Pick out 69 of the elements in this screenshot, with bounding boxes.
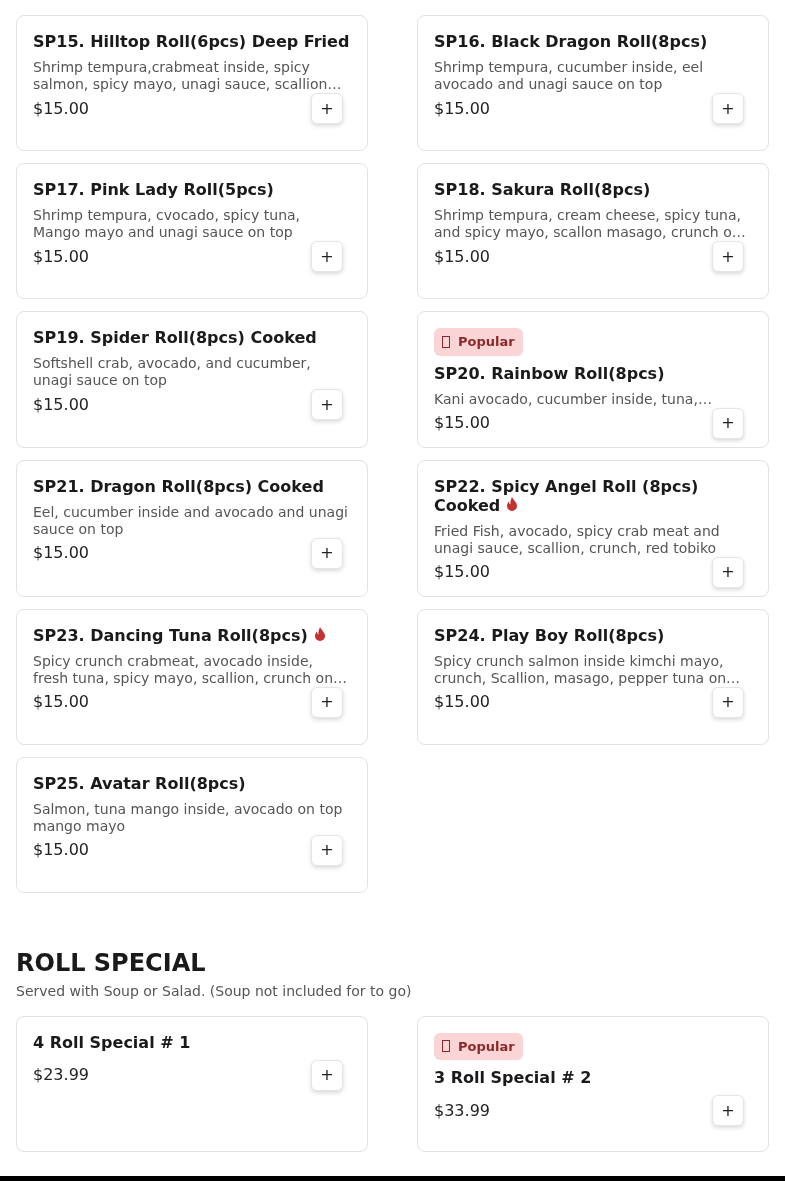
menu-item-card[interactable]: SP18. Sakura Roll(8pcs) Shrimp tempura, cream cheese, spicy tuna, and spicy mayo, scallon masago, crunch o… $15.00 + — [417, 163, 769, 299]
add-button[interactable]: + — [311, 1059, 343, 1091]
add-button[interactable]: + — [311, 686, 343, 718]
add-button[interactable]: + — [311, 834, 343, 866]
item-description: Eel, cucumber inside and avocado and unagi sauce on top — [33, 503, 349, 538]
item-title: SP16. Black Dragon Roll(8pcs) — [434, 32, 709, 51]
add-button[interactable]: + — [712, 93, 744, 124]
item-description: Shrimp tempura,crabmeat inside, spicy salmon, spicy mayo, unagi sauce, scallion… — [33, 59, 343, 93]
section-subtitle: Served with Soup or Salad. (Soup not included for to go) — [16, 981, 413, 1001]
menu-item-card[interactable]: SP24. Play Boy Roll(8pcs) Spicy crunch salmon inside kimchi mayo, crunch, Scallion, masago, pepper tuna on… $15.00 + — [417, 608, 769, 745]
item-price: $15.00 — [33, 245, 89, 268]
menu-item-card[interactable]: SP23. Dancing Tuna Roll(8pcs) Spicy crunch crabmeat, avocado inside, fresh tuna, spicy mayo, scallion, crunch on… $15.00 + — [16, 608, 368, 745]
badge-icon — [442, 335, 450, 348]
item-description: Shrimp tempura, cvocado, spicy tuna, Mango mayo and unagi sauce on top — [33, 207, 302, 241]
item-price: $15.00 — [33, 542, 89, 564]
item-title: SP25. Avatar Roll(8pcs) — [33, 773, 247, 793]
menu-item-card[interactable]: SP16. Black Dragon Roll(8pcs) Shrimp tempura, cucumber inside, eel avocado and unagi sauce on top $15.00 + — [417, 15, 769, 151]
menu-item-card[interactable]: SP22. Spicy Angel Roll (8pcs) Cooked Fried Fish, avocado, spicy crab meat and unagi sauce, scallion, crunch, red tobiko $15.00 + — [417, 459, 769, 597]
item-price: $23.99 — [33, 1064, 89, 1086]
item-title: SP17. Pink Lady Roll(5pcs) — [33, 180, 275, 199]
section-title: ROLL SPECIAL — [16, 948, 207, 977]
item-price: $15.00 — [33, 691, 89, 713]
item-description: Fried Fish, avocado, spicy crab meat and unagi sauce, scallion, crunch, red tobiko — [434, 522, 721, 557]
item-price: $15.00 — [33, 839, 89, 861]
popular-badge: Popular — [434, 1032, 523, 1060]
item-title: SP23. Dancing Tuna Roll(8pcs) — [33, 625, 351, 645]
add-button[interactable]: + — [311, 241, 343, 272]
add-button[interactable]: + — [311, 537, 343, 569]
item-price: $15.00 — [434, 412, 490, 434]
item-description: Softshell crab, avocado, and cucumber, unagi sauce on top — [33, 355, 312, 389]
add-button[interactable]: + — [712, 556, 744, 588]
add-button[interactable]: + — [712, 686, 744, 718]
popular-badge: Popular — [434, 328, 523, 356]
add-button[interactable]: + — [712, 407, 744, 439]
add-button[interactable]: + — [311, 389, 343, 420]
menu-item-card[interactable]: SP19. Spider Roll(8pcs) Cooked Softshell crab, avocado, and cucumber, unagi sauce on top $15.00 + — [16, 311, 368, 448]
menu-item-card[interactable]: Popular 3 Roll Special # 2 $33.99 + — [417, 1015, 769, 1152]
item-title: 4 Roll Special # 1 — [33, 1032, 192, 1052]
item-title: SP20. Rainbow Roll(8pcs) — [434, 363, 666, 383]
menu-item-card[interactable]: Popular SP20. Rainbow Roll(8pcs) Kani avocado, cucumber inside, tuna,… $15.00 + — [417, 311, 769, 448]
menu-item-card[interactable]: SP21. Dragon Roll(8pcs) Cooked Eel, cucumber inside and avocado and unagi sauce on top $15.00 + — [16, 459, 368, 597]
item-title: 3 Roll Special # 2 — [434, 1068, 593, 1087]
item-title: SP19. Spider Roll(8pcs) Cooked — [33, 328, 318, 347]
item-price: $15.00 — [33, 393, 89, 416]
menu-item-card[interactable]: 4 Roll Special # 1 $23.99 + — [16, 1015, 368, 1152]
item-description: Kani avocado, cucumber inside, tuna,… — [434, 390, 713, 408]
item-description: Shrimp tempura, cucumber inside, eel avocado and unagi sauce on top — [434, 59, 705, 93]
badge-icon — [442, 1040, 450, 1053]
item-description: Spicy crunch salmon inside kimchi mayo, crunch, Scallion, masago, pepper tuna on… — [434, 652, 742, 687]
menu-item-card[interactable]: SP25. Avatar Roll(8pcs) Salmon, tuna mango inside, avocado on top mango mayo $15.00 + — [16, 756, 368, 893]
item-title: SP18. Sakura Roll(8pcs) — [434, 180, 652, 199]
item-price: $15.00 — [434, 561, 490, 583]
item-price: $15.00 — [434, 691, 490, 713]
add-button[interactable]: + — [311, 93, 343, 124]
item-title: SP22. Spicy Angel Roll (8pcs) Cooked — [434, 476, 700, 515]
item-description: Shrimp tempura, cream cheese, spicy tuna, and spicy mayo, scallon masago, crunch o… — [434, 207, 747, 241]
item-title: SP21. Dragon Roll(8pcs) Cooked — [33, 476, 325, 496]
item-description: Salmon, tuna mango inside, avocado on top mango mayo — [33, 800, 344, 835]
add-button[interactable]: + — [712, 241, 744, 272]
item-title: SP24. Play Boy Roll(8pcs) — [434, 625, 666, 645]
item-price: $15.00 — [33, 97, 89, 120]
menu-item-card[interactable]: SP15. Hilltop Roll(6pcs) Deep Fried Shrimp tempura,crabmeat inside, spicy salmon, spicy mayo, unagi sauce, scallion… $15.00 + — [16, 15, 368, 151]
item-price: $15.00 — [434, 245, 490, 268]
add-button[interactable]: + — [712, 1095, 744, 1126]
item-title: SP15. Hilltop Roll(6pcs) Deep Fried — [33, 32, 351, 51]
menu-item-card[interactable]: SP17. Pink Lady Roll(5pcs) Shrimp tempura, cvocado, spicy tuna, Mango mayo and unagi sauce on top $15.00 + — [16, 163, 368, 299]
item-price: $33.99 — [434, 1099, 490, 1122]
item-description: Spicy crunch crabmeat, avocado inside, fresh tuna, spicy mayo, scallion, crunch on… — [33, 652, 349, 687]
item-price: $15.00 — [434, 97, 490, 120]
